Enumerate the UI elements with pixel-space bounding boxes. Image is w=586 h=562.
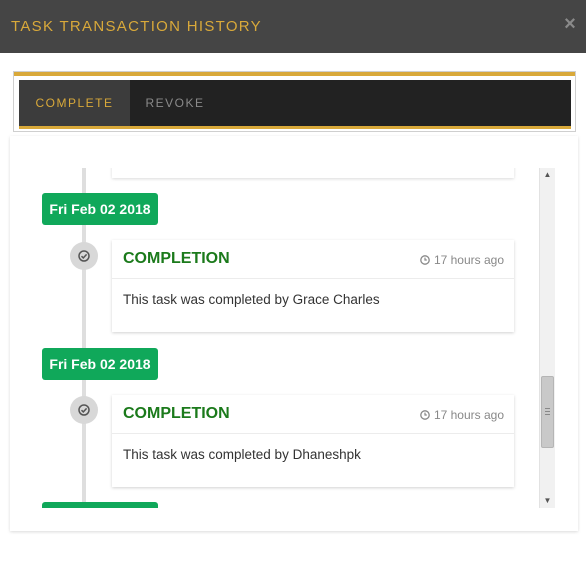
tabs-accent-top — [14, 72, 575, 76]
card-divider — [112, 433, 514, 434]
event-timestamp: 17 hours ago — [420, 408, 504, 422]
tabs-container: COMPLETE REVOKE — [13, 71, 576, 132]
event-description: This task was completed by Grace Charles — [123, 292, 380, 307]
clock-icon — [420, 410, 430, 420]
task-transaction-history-modal: TASK TRANSACTION HISTORY × COMPLETE REVO… — [0, 0, 586, 562]
grip-icon — [545, 408, 550, 415]
tab-revoke[interactable]: REVOKE — [130, 80, 220, 126]
event-time-text: 17 hours ago — [433, 253, 504, 267]
vertical-scrollbar[interactable]: ▲ ▼ — [539, 168, 555, 508]
check-circle-icon — [70, 396, 98, 424]
previous-entry-card — [112, 168, 514, 178]
tabs-accent-bottom — [19, 126, 571, 129]
event-timestamp: 17 hours ago — [420, 253, 504, 267]
transaction-card: COMPLETION 17 hours ago This task was co… — [112, 240, 514, 332]
event-title: COMPLETION — [123, 250, 230, 267]
scroll-thumb[interactable] — [541, 376, 554, 448]
scroll-up-arrow-icon[interactable]: ▲ — [540, 168, 555, 182]
event-time-text: 17 hours ago — [433, 408, 504, 422]
modal-header: TASK TRANSACTION HISTORY × — [0, 0, 586, 53]
event-title: COMPLETION — [123, 405, 230, 422]
date-badge: Fri Feb 02 2018 — [42, 348, 158, 380]
history-panel: Fri Feb 02 2018 COMPLETION 17 hours ago — [10, 136, 578, 531]
date-badge: Fri Feb 02 2018 — [42, 193, 158, 225]
next-date-badge — [42, 502, 158, 508]
tab-complete[interactable]: COMPLETE — [19, 80, 130, 126]
clock-icon — [420, 255, 430, 265]
card-divider — [112, 278, 514, 279]
event-description: This task was completed by Dhaneshpk — [123, 447, 361, 462]
transaction-card: COMPLETION 17 hours ago This task was co… — [112, 395, 514, 487]
tab-bar: COMPLETE REVOKE — [19, 80, 571, 126]
close-button[interactable]: × — [562, 14, 578, 34]
check-circle-icon — [70, 242, 98, 270]
modal-title: TASK TRANSACTION HISTORY — [11, 18, 262, 35]
scroll-down-arrow-icon[interactable]: ▼ — [540, 494, 555, 508]
timeline-scroll-area[interactable]: Fri Feb 02 2018 COMPLETION 17 hours ago — [40, 168, 550, 508]
